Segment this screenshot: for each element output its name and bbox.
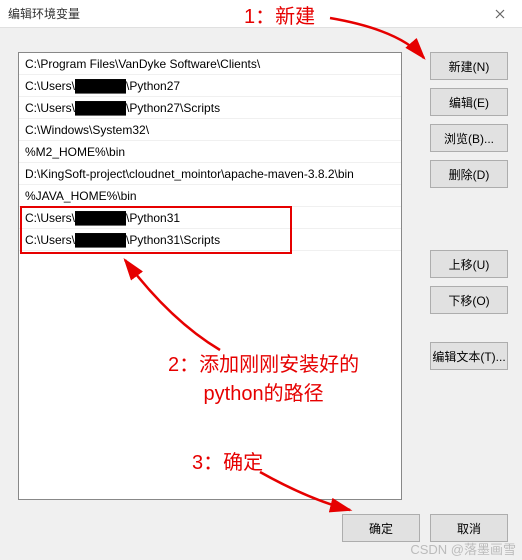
cancel-button[interactable]: 取消 [430, 514, 508, 542]
list-item[interactable]: C:\Program Files\VanDyke Software\Client… [19, 53, 401, 75]
new-button[interactable]: 新建(N) [430, 52, 508, 80]
window-title: 编辑环境变量 [8, 5, 486, 22]
delete-button[interactable]: 删除(D) [430, 160, 508, 188]
env-var-listbox[interactable]: C:\Program Files\VanDyke Software\Client… [18, 52, 402, 500]
ok-button[interactable]: 确定 [342, 514, 420, 542]
edittext-button[interactable]: 编辑文本(T)... [430, 342, 508, 370]
list-item[interactable]: C:\Users\██████\Python31\Scripts [19, 229, 401, 251]
button-column: 新建(N) 编辑(E) 浏览(B)... 删除(D) 上移(U) 下移(O) 编… [430, 52, 508, 378]
moveup-button[interactable]: 上移(U) [430, 250, 508, 278]
dialog-buttons: 确定 取消 [342, 514, 508, 542]
browse-button[interactable]: 浏览(B)... [430, 124, 508, 152]
edit-button[interactable]: 编辑(E) [430, 88, 508, 116]
close-icon[interactable] [486, 0, 514, 28]
list-item[interactable]: D:\KingSoft-project\cloudnet_mointor\apa… [19, 163, 401, 185]
titlebar: 编辑环境变量 [0, 0, 522, 28]
list-item[interactable]: C:\Users\██████\Python27\Scripts [19, 97, 401, 119]
list-item[interactable]: C:\Windows\System32\ [19, 119, 401, 141]
movedown-button[interactable]: 下移(O) [430, 286, 508, 314]
list-item[interactable]: %M2_HOME%\bin [19, 141, 401, 163]
list-item[interactable]: C:\Users\██████\Python31 [19, 207, 401, 229]
list-item[interactable]: %JAVA_HOME%\bin [19, 185, 401, 207]
list-item[interactable]: C:\Users\██████\Python27 [19, 75, 401, 97]
dialog-content: C:\Program Files\VanDyke Software\Client… [0, 28, 522, 560]
